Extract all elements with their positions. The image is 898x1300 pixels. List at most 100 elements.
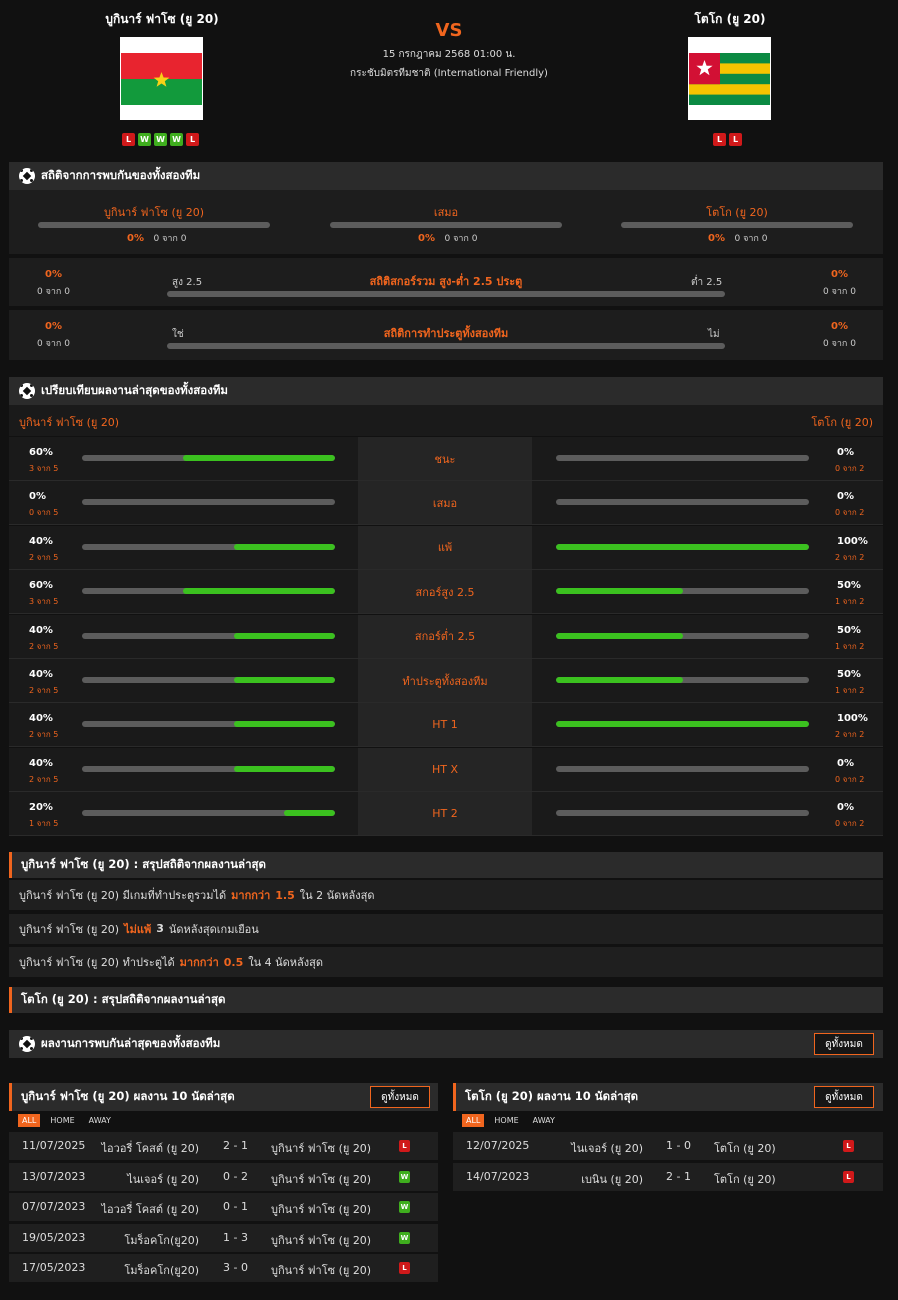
summary-home-header: บูกินาร์ ฟาโซ (ยู 20) : สรุปสถิติจากผลงา… xyxy=(9,852,883,878)
view-all-recent-button[interactable]: ดูทั้งหมด xyxy=(814,1033,874,1055)
compare-away-bar xyxy=(556,632,809,639)
match-result-badge: W xyxy=(399,1170,410,1183)
match-row[interactable]: 14/07/2023 เบนิน (ยู 20) 2 - 1 โตโก (ยู 20)… xyxy=(453,1162,883,1191)
compare-away-pct: 50% xyxy=(837,580,861,592)
compare-home-bar xyxy=(82,588,335,595)
compare-row-label: สกอร์ต่ำ 2.5 xyxy=(358,614,532,658)
home-form-badges: LWWWL xyxy=(122,133,199,146)
h2h-away-bar xyxy=(621,222,853,228)
compare-home-pct: 40% xyxy=(29,757,53,769)
h2h-home-pct: 0% xyxy=(127,233,144,244)
summary-home-title: บูกินาร์ ฟาโซ (ยู 20) : สรุปสถิติจากผลงา… xyxy=(21,857,267,871)
match-row[interactable]: 17/05/2023 โมร็อคโก(ยู20) 3 - 0 บูกินาร์ ฟา… xyxy=(9,1254,438,1283)
compare-away-bar-fill xyxy=(556,721,809,728)
h2h-over-under-panel: 0% 0 จาก 0 สูง 2.5 สถิติสกอร์รวม สูง-ต่ำ… xyxy=(9,258,883,306)
compare-row: 40% 2 จาก 5 ทำประตูทั้งสองทีม 50% 1 จาก 2 xyxy=(9,659,883,703)
home-recent-title: บูกินาร์ ฟาโซ (ยู 20) ผลงาน 10 นัดล่าสุด xyxy=(21,1089,235,1103)
compare-home-bar-fill xyxy=(183,455,335,461)
match-row[interactable]: 13/07/2023 ไนเจอร์ (ยู 20) 0 - 2 บูกินาร์ ฟ… xyxy=(9,1162,438,1191)
compare-home-pct: 0% xyxy=(29,491,46,503)
match-result-badge: L xyxy=(399,1262,410,1275)
h2h-result-panel: บูกินาร์ ฟาโซ (ยู 20) 0% 0 จาก 0 เสมอ 0%… xyxy=(9,190,883,254)
match-row[interactable]: 19/05/2023 โมร็อคโก(ยู20) 1 - 3 บูกินาร์ ฟา… xyxy=(9,1223,438,1252)
compare-home-bar-fill xyxy=(183,588,335,595)
home-form-badge: L xyxy=(186,133,199,146)
tab-home[interactable]: HOME xyxy=(490,1114,522,1127)
compare-away-bar xyxy=(556,765,809,772)
away-recent-title: โตโก (ยู 20) ผลงาน 10 นัดล่าสุด xyxy=(465,1089,639,1103)
home-form-badge: W xyxy=(154,133,167,146)
compare-row: 0% 0 จาก 5 เสมอ 0% 0 จาก 2 xyxy=(9,481,883,526)
compare-away-sub: 1 จาก 2 xyxy=(835,597,865,607)
tab-away[interactable]: AWAY xyxy=(529,1114,559,1127)
tab-all[interactable]: ALL xyxy=(18,1114,41,1127)
h2h-home-bar xyxy=(38,222,270,228)
compare-away-bar xyxy=(556,543,809,550)
match-row[interactable]: 12/07/2025 ไนเจอร์ (ยู 20) 1 - 0 โตโก (ยู 2… xyxy=(453,1132,883,1160)
match-row[interactable]: 07/07/2023 ไอวอรี่ โคสต์ (ยู 20) 0 - 1 บูกิ… xyxy=(9,1193,438,1222)
compare-away-bar-fill xyxy=(556,632,683,639)
view-all-home-button[interactable]: ดูทั้งหมด xyxy=(370,1086,430,1108)
compare-section-title: เปรียบเทียบผลงานล่าสุดของทั้งสองทีม xyxy=(41,383,228,397)
compare-away-bar-fill xyxy=(556,677,683,683)
compare-row: 20% 1 จาก 5 HT 2 0% 0 จาก 2 xyxy=(9,792,883,837)
summary-value: 1.5 xyxy=(275,888,295,902)
btts-right-sub: 0 จาก 0 xyxy=(823,339,856,349)
soccer-ball-icon xyxy=(19,383,35,399)
summary-highlight: มากกว่า xyxy=(179,956,219,969)
compare-away-label: โตโก (ยู 20) xyxy=(811,416,873,429)
compare-row-label: HT 1 xyxy=(358,703,532,747)
match-result-badge: W xyxy=(399,1231,410,1244)
compare-home-bar xyxy=(82,721,335,728)
compare-away-bar-fill xyxy=(556,543,809,550)
match-date: 12/07/2025 xyxy=(466,1139,530,1152)
compare-home-bar-fill xyxy=(284,810,335,817)
match-home-team: โมร็อคโก(ยู20) xyxy=(124,1264,199,1278)
compare-home-bar xyxy=(82,499,335,506)
home-form-badge: W xyxy=(170,133,183,146)
compare-home-sub: 1 จาก 5 xyxy=(29,819,59,829)
match-date: 13/07/2023 xyxy=(22,1169,86,1183)
ou-bar xyxy=(167,291,725,297)
compare-away-pct: 100% xyxy=(837,535,868,547)
compare-away-pct: 0% xyxy=(837,802,854,814)
h2h-section-header: สถิติจากการพบกันของทั้งสองทีม xyxy=(9,162,883,190)
compare-away-sub: 0 จาก 2 xyxy=(835,774,865,784)
h2h-draw-sub: 0 จาก 0 xyxy=(444,234,478,244)
compare-away-pct: 100% xyxy=(837,713,868,725)
compare-home-sub: 3 จาก 5 xyxy=(29,597,59,607)
match-score: 1 - 3 xyxy=(223,1230,248,1244)
compare-home-bar-fill xyxy=(233,543,335,550)
compare-row: 40% 2 จาก 5 HT X 0% 0 จาก 2 xyxy=(9,747,883,792)
compare-away-bar xyxy=(556,588,809,595)
away-team-name[interactable]: โตโก (ยู 20) xyxy=(650,10,810,29)
btts-title: สถิติการทำประตูทั้งสองทีม xyxy=(383,327,509,340)
view-all-away-button[interactable]: ดูทั้งหมด xyxy=(814,1086,874,1108)
match-score: 0 - 2 xyxy=(223,1169,248,1183)
compare-away-pct: 50% xyxy=(837,624,861,636)
match-away-team: โตโก (ยู 20) xyxy=(714,1172,776,1186)
compare-away-sub: 1 จาก 2 xyxy=(835,641,865,651)
btts-left-pct: 0% xyxy=(45,321,62,332)
match-score: 1 - 0 xyxy=(666,1139,691,1152)
away-recent-tabs: ALL HOME AWAY xyxy=(462,1114,559,1127)
match-row[interactable]: 11/07/2025 ไอวอรี่ โคสต์ (ยู 20) 2 - 1 บูกิ… xyxy=(9,1132,438,1160)
compare-row-label: HT X xyxy=(358,747,532,791)
h2h-away-sub: 0 จาก 0 xyxy=(734,234,768,244)
tab-away[interactable]: AWAY xyxy=(85,1114,115,1127)
match-home-team: เบนิน (ยู 20) xyxy=(581,1172,643,1186)
compare-home-pct: 40% xyxy=(29,535,53,547)
tab-all[interactable]: ALL xyxy=(462,1114,485,1127)
compare-home-sub: 2 จาก 5 xyxy=(29,774,59,784)
compare-home-pct: 40% xyxy=(29,669,53,680)
btts-right-pct: 0% xyxy=(831,321,848,332)
match-score: 3 - 0 xyxy=(223,1261,248,1275)
compare-away-sub: 0 จาก 2 xyxy=(835,508,865,518)
tab-home[interactable]: HOME xyxy=(46,1114,78,1127)
compare-away-bar xyxy=(556,677,809,683)
match-date: 11/07/2025 xyxy=(22,1139,86,1152)
summary-away-title: โตโก (ยู 20) : สรุปสถิติจากผลงานล่าสุด xyxy=(21,992,226,1006)
compare-home-bar-fill xyxy=(233,765,335,772)
away-form-badge: L xyxy=(713,133,726,146)
summary-value: 0.5 xyxy=(223,955,244,969)
